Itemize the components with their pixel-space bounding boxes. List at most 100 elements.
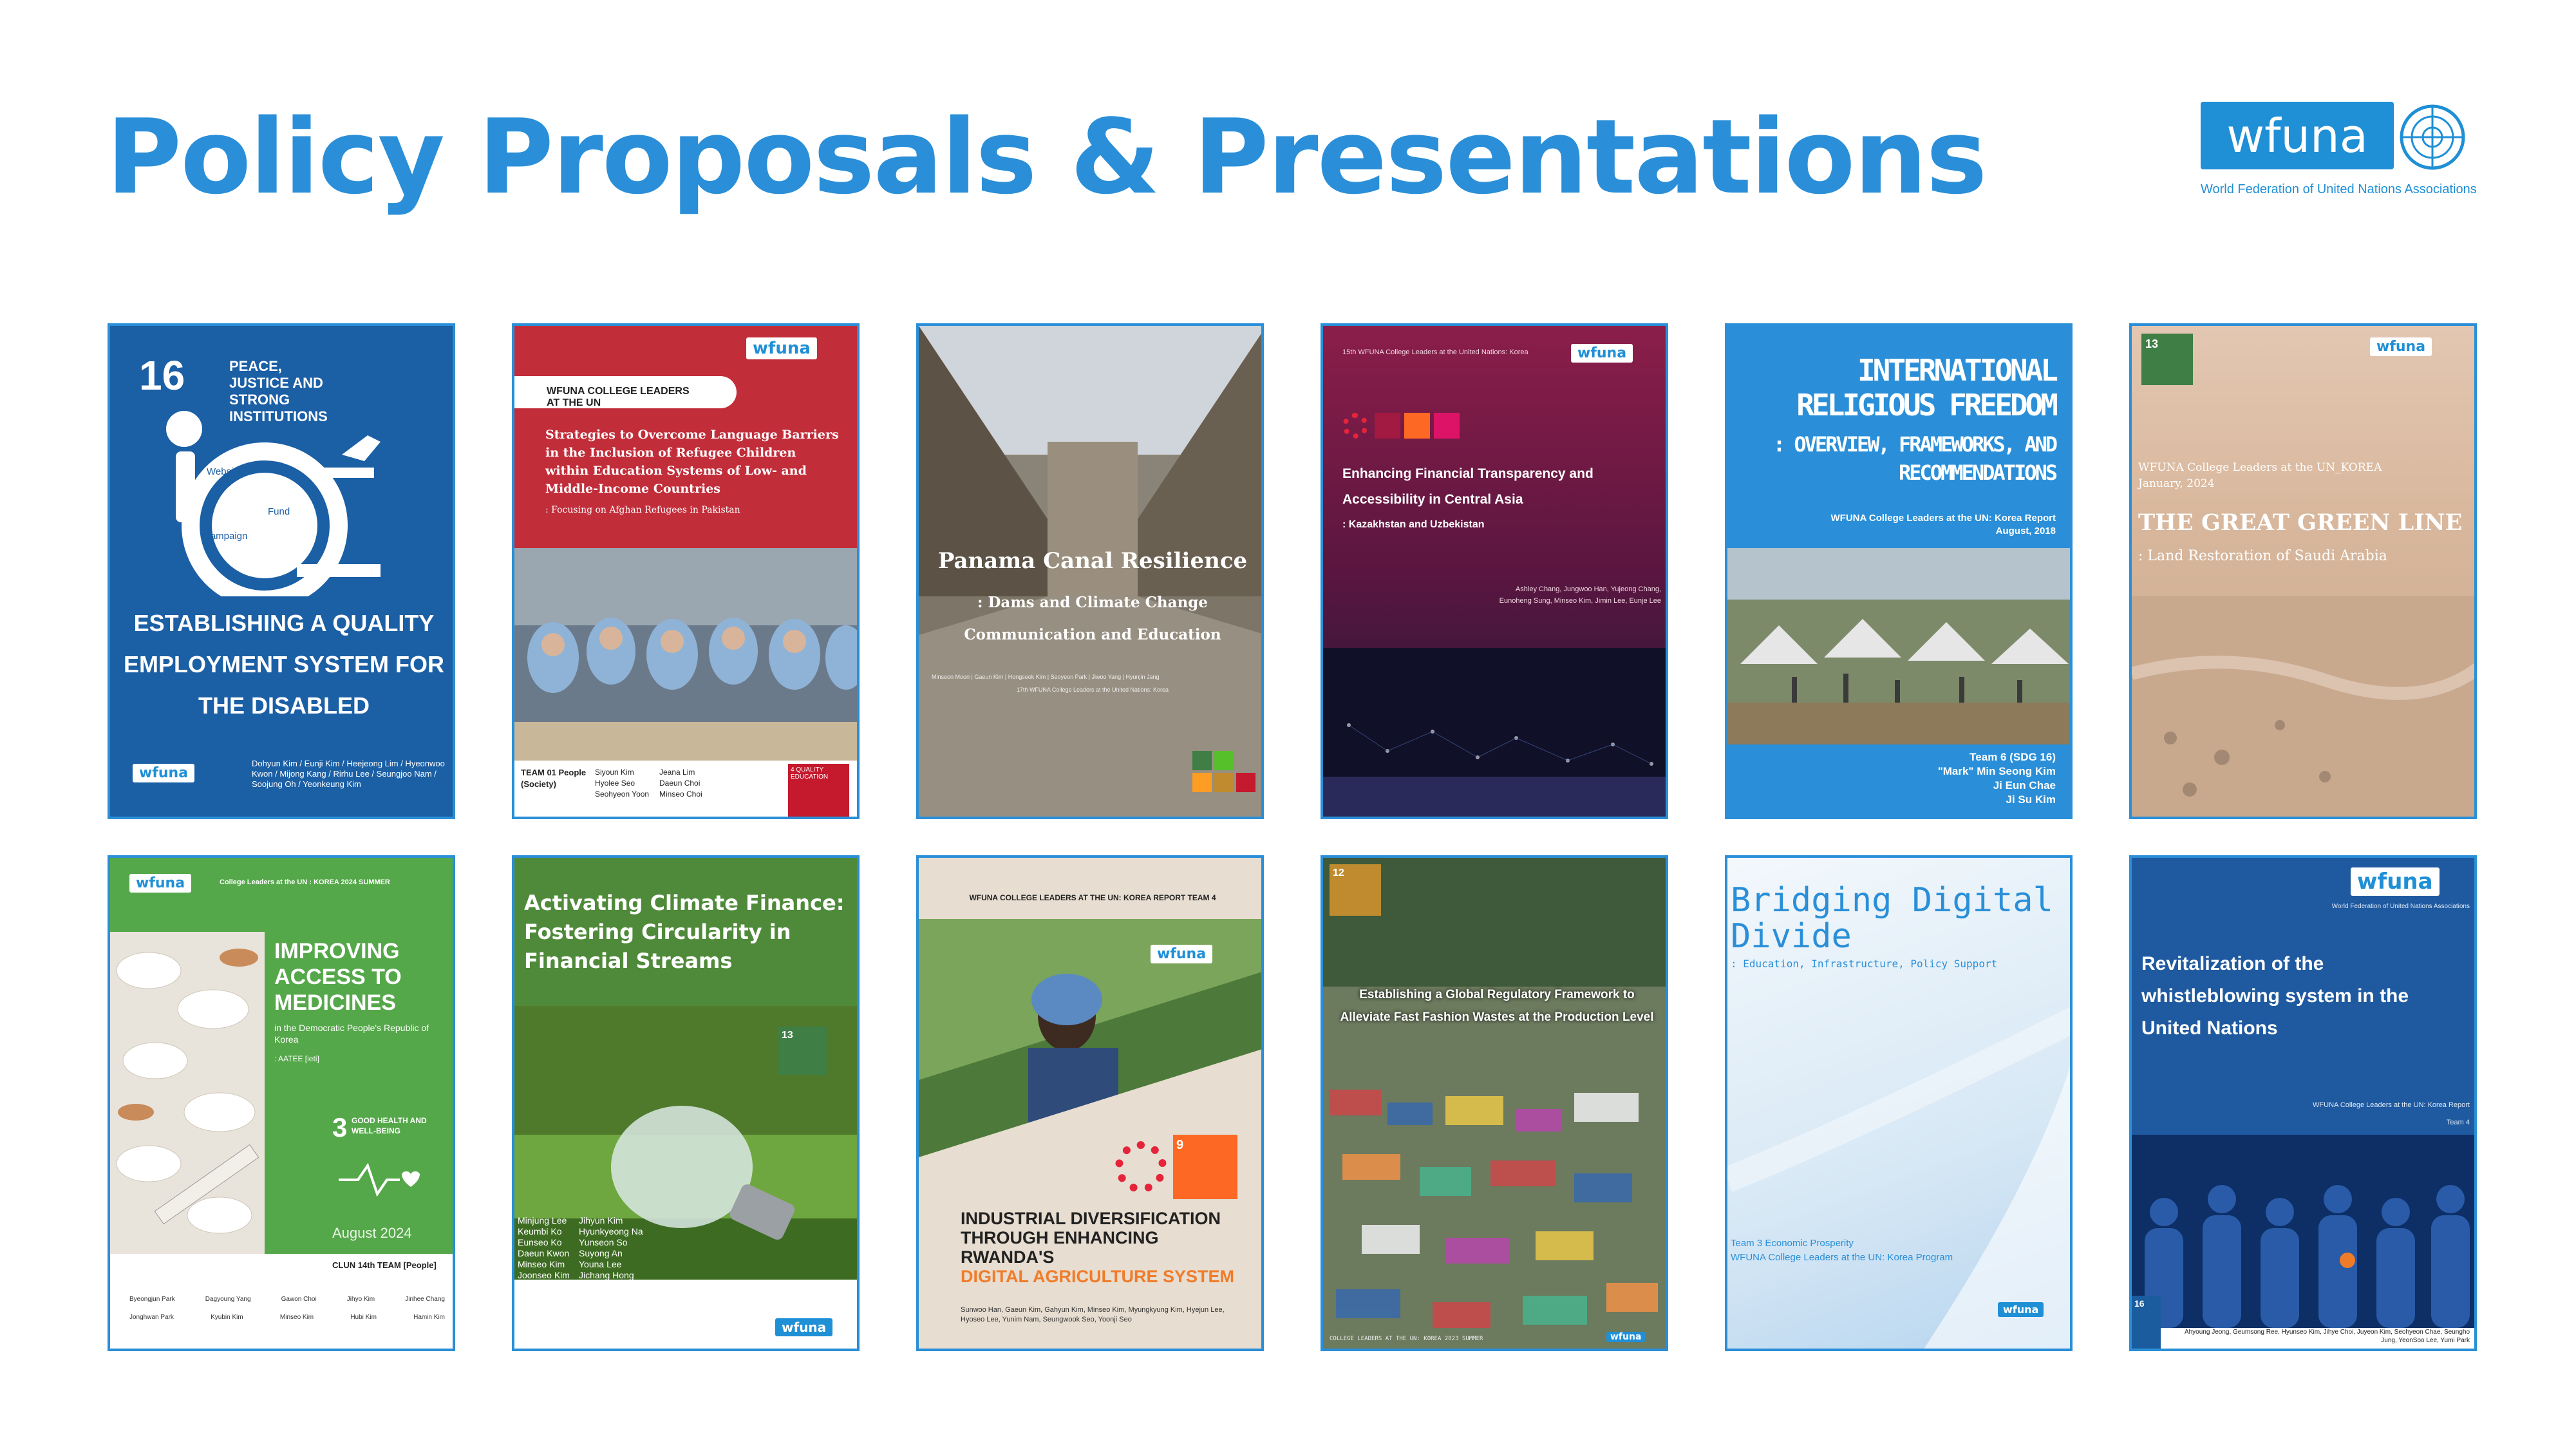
sdg13-badge: 13 (2141, 334, 2193, 385)
names-col1: Minjung Lee Keumbi Ko Eunseo Ko Daeun Kw… (518, 1215, 570, 1280)
card-subtitle: : OVERVIEW, FRAMEWORKS, AND RECOMMENDATI… (1772, 432, 2058, 485)
sdg12-badge: 12 (1330, 864, 1381, 916)
textile-waste-photo (1323, 858, 1666, 1349)
refugee-camp-photo (1727, 548, 2070, 744)
card-header: WFUNA College Leaders at the UN_KOREA (2138, 461, 2382, 474)
report-card-panama-canal[interactable]: Panama Canal Resilience : Dams and Clima… (916, 323, 1264, 819)
card-authors: Ashley Chang, Jungwoo Han, Yujeong Chang… (1499, 585, 1661, 605)
wheelchair-icon (166, 411, 381, 596)
wfuna-logo-small: wfuna (746, 337, 817, 359)
card-header: 15th WFUNA College Leaders at the United… (1342, 348, 1528, 356)
card-subtitle: : Land Restoration of Saudi Arabia (2138, 548, 2387, 564)
card-footer-text: 17th WFUNA College Leaders at the United… (1016, 687, 1169, 693)
sdg-icons (1342, 413, 1484, 439)
card-subtitle: : Dams and Climate Change Communication … (964, 594, 1221, 643)
card-title: INTERNATIONAL RELIGIOUS FREEDOM (1796, 353, 2058, 422)
names-row-2: Jonghwan Park Kyubin Kim Minseo Kim Hubi Ki… (129, 1314, 445, 1321)
card-subtitle: : Focusing on Afghan Refugees in Pakista… (545, 505, 740, 515)
card-tag: : AATEE [ieti] (274, 1054, 319, 1063)
sdg3-label: GOOD HEALTH AND WELL-BEING (352, 1116, 427, 1135)
names-col2: Jeana Lim Daeun Choi Minseo Choi (659, 768, 702, 799)
card-title: ESTABLISHING A QUALITY EMPLOYMENT SYSTEM… (123, 610, 445, 719)
bubble-website: Website (207, 466, 241, 477)
report-card-whistleblowing[interactable]: wfuna World Federation of United Nations… (2129, 855, 2477, 1351)
sdg-wheel-icon (1115, 1141, 1167, 1193)
card-title: Revitalization of the whistleblowing sys… (2141, 953, 2409, 1039)
report-card-access-to-medicines[interactable]: wfuna College Leaders at the UN : KOREA … (108, 855, 455, 1351)
silhouettes-illustration (2132, 1135, 2474, 1349)
card-title: Activating Climate Finance: Fostering Ci… (524, 891, 845, 973)
report-card-fast-fashion[interactable]: 12 Establishing a Global Regulatory Fram… (1321, 855, 1668, 1351)
wfuna-logo-small: wfuna (129, 874, 192, 893)
card-title: Bridging Digital Divide (1731, 881, 2053, 956)
report-date: August, 2018 (1995, 526, 2056, 536)
report-card-disabled-employment[interactable]: 16 PEACE, JUSTICE AND STRONG INSTITUTION… (108, 323, 455, 819)
card-title: INDUSTRIAL DIVERSIFICATION THROUGH ENHAN… (961, 1209, 1221, 1267)
card-title-highlight: DIGITAL AGRICULTURE SYSTEM (961, 1267, 1234, 1286)
report-card-religious-freedom[interactable]: INTERNATIONAL RELIGIOUS FREEDOM : OVERVI… (1725, 323, 2073, 819)
card-date: August 2024 (332, 1225, 412, 1241)
card-title: Establishing a Global Regulatory Framewo… (1340, 988, 1654, 1024)
sdg4-badge: 4 QUALITY EDUCATION (788, 764, 849, 817)
member-2: Ji Eun Chae (1993, 779, 2056, 791)
sdg-icons (1192, 751, 1257, 809)
pills-photo (110, 932, 265, 1254)
city-lights-image (1323, 648, 1666, 817)
card-authors: Minseon Moon | Gaeun Kim | Hongseok Kim … (932, 674, 1160, 680)
card-authors: Sunwoo Han, Gaeun Kim, Gahyun Kim, Minse… (961, 1306, 1225, 1323)
team-label: Team 6 (SDG 16) (1970, 751, 2056, 763)
wfuna-wordmark: wfuna (2201, 102, 2394, 169)
report-card-financial-transparency[interactable]: 15th WFUNA College Leaders at the United… (1321, 323, 1668, 819)
report-card-refugee-education[interactable]: wfuna WFUNA COLLEGE LEADERS AT THE UN St… (512, 323, 860, 819)
wfuna-logo-small: wfuna (1151, 945, 1213, 963)
team-label: CLUN 14th TEAM [People] (332, 1260, 437, 1270)
wfuna-logo-small: wfuna (2370, 337, 2432, 356)
sdg16-badge: 16 (2132, 1296, 2161, 1349)
card-title: Enhancing Financial Transparency and Acc… (1342, 466, 1594, 507)
card-footer-text: COLLEGE LEADERS AT THE UN: KOREA 2023 SU… (1330, 1336, 1483, 1342)
wfuna-logo-small: wfuna (1606, 1332, 1646, 1342)
card-banner: WFUNA COLLEGE LEADERS AT THE UN (514, 376, 737, 408)
wfuna-logo-small: wfuna (133, 764, 195, 782)
classroom-photo (514, 548, 857, 761)
wfuna-logo-small: wfuna (1998, 1302, 2044, 1317)
report-label: WFUNA College Leaders at the UN: Korea R… (1830, 513, 2056, 524)
card-title: THE GREAT GREEN LINE (2138, 509, 2463, 536)
sdg9-badge: 9 (1173, 1135, 1237, 1199)
card-title: Strategies to Overcome Language Barriers… (545, 428, 839, 496)
wfuna-logo[interactable]: wfuna World Federation of United Nations… (2201, 102, 2477, 198)
report-card-digital-divide[interactable]: Bridging Digital Divide : Education, Inf… (1725, 855, 2073, 1351)
desert-photo (2132, 596, 2474, 817)
card-authors: Ahyoung Jeong, Geumsong Ree, Hyunseo Kim… (2184, 1329, 2470, 1344)
card-title: IMPROVING ACCESS TO MEDICINES (274, 939, 402, 1015)
program-label: WFUNA College Leaders at the UN: Korea P… (1731, 1252, 1953, 1263)
bubble-campaign: Campaign (203, 531, 248, 542)
card-tagline: World Federation of United Nations Assoc… (2331, 903, 2470, 910)
member-1: "Mark" Min Seong Kim (1937, 765, 2056, 777)
sdg13-badge: 13 (778, 1027, 827, 1075)
heartbeat-icon (339, 1162, 420, 1197)
report-card-climate-finance[interactable]: Activating Climate Finance: Fostering Ci… (512, 855, 860, 1351)
card-subtitle: : Kazakhstan and Uzbekistan (1342, 519, 1485, 530)
team-label: Team 4 (2446, 1119, 2470, 1126)
wfuna-tagline: World Federation of United Nations Assoc… (2201, 182, 2477, 196)
team-label: Team 3 Economic Prosperity (1731, 1238, 1854, 1249)
card-date: January, 2024 (2138, 477, 2215, 490)
team-label: TEAM 01 People (Society) (521, 768, 587, 789)
card-title: Panama Canal Resilience (937, 548, 1248, 574)
report-label: WFUNA College Leaders at the UN: Korea R… (2313, 1101, 2470, 1109)
sdg3-number: 3 (332, 1112, 348, 1142)
card-authors: Dohyun Kim / Eunji Kim / Heejeong Lim / … (252, 759, 445, 789)
wfuna-logo-small: wfuna (2351, 867, 2440, 896)
report-card-rwanda-agriculture[interactable]: WFUNA COLLEGE LEADERS AT THE UN: KOREA R… (916, 855, 1264, 1351)
card-subtitle: in the Democratic People's Republic of K… (274, 1023, 429, 1045)
wfuna-logo-small: wfuna (775, 1318, 833, 1336)
report-card-great-green-line[interactable]: 13 wfuna WFUNA College Leaders at the UN… (2129, 323, 2477, 819)
un-emblem-icon (2400, 104, 2465, 170)
card-subtitle: : Education, Infrastructure, Policy Supp… (1731, 958, 1998, 970)
page-title: Policy Proposals & Presentations (106, 97, 1988, 217)
card-header: WFUNA COLLEGE LEADERS AT THE UN: KOREA R… (969, 893, 1216, 902)
names-col1: Siyoun Kim Hyolee Seo Seohyeon Yoon (595, 768, 650, 799)
bubble-fund: Fund (268, 506, 290, 517)
card-header: College Leaders at the UN : KOREA 2024 S… (220, 878, 390, 886)
